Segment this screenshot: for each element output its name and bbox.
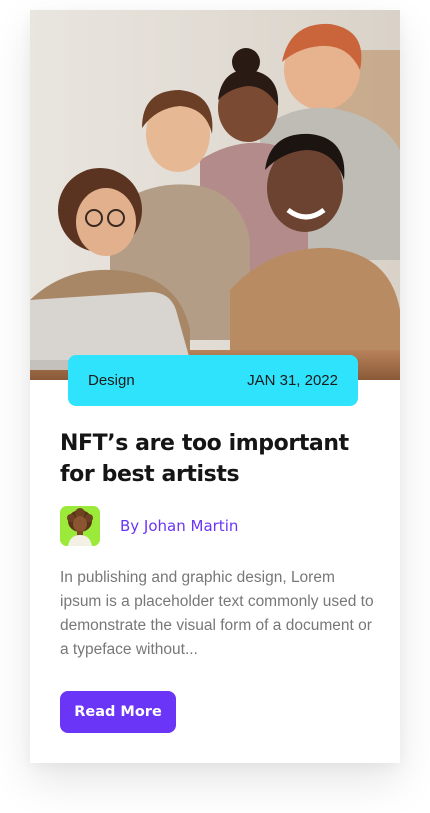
blog-card: Design JAN 31, 2022 NFT’s are too import… [30, 10, 400, 763]
nft-avatar-icon[interactable] [60, 506, 100, 546]
author-name[interactable]: By Johan Martin [120, 517, 238, 535]
author-row: By Johan Martin [60, 506, 238, 546]
post-excerpt: In publishing and graphic design, Lorem … [60, 569, 374, 658]
category-tag[interactable]: Design [88, 372, 135, 389]
meta-bar: Design JAN 31, 2022 [68, 355, 358, 406]
hero-image [30, 10, 400, 380]
read-more-button[interactable]: Read More [60, 691, 176, 733]
post-title[interactable]: NFT’s are too important for best artists [60, 428, 370, 490]
post-date: JAN 31, 2022 [247, 372, 338, 389]
